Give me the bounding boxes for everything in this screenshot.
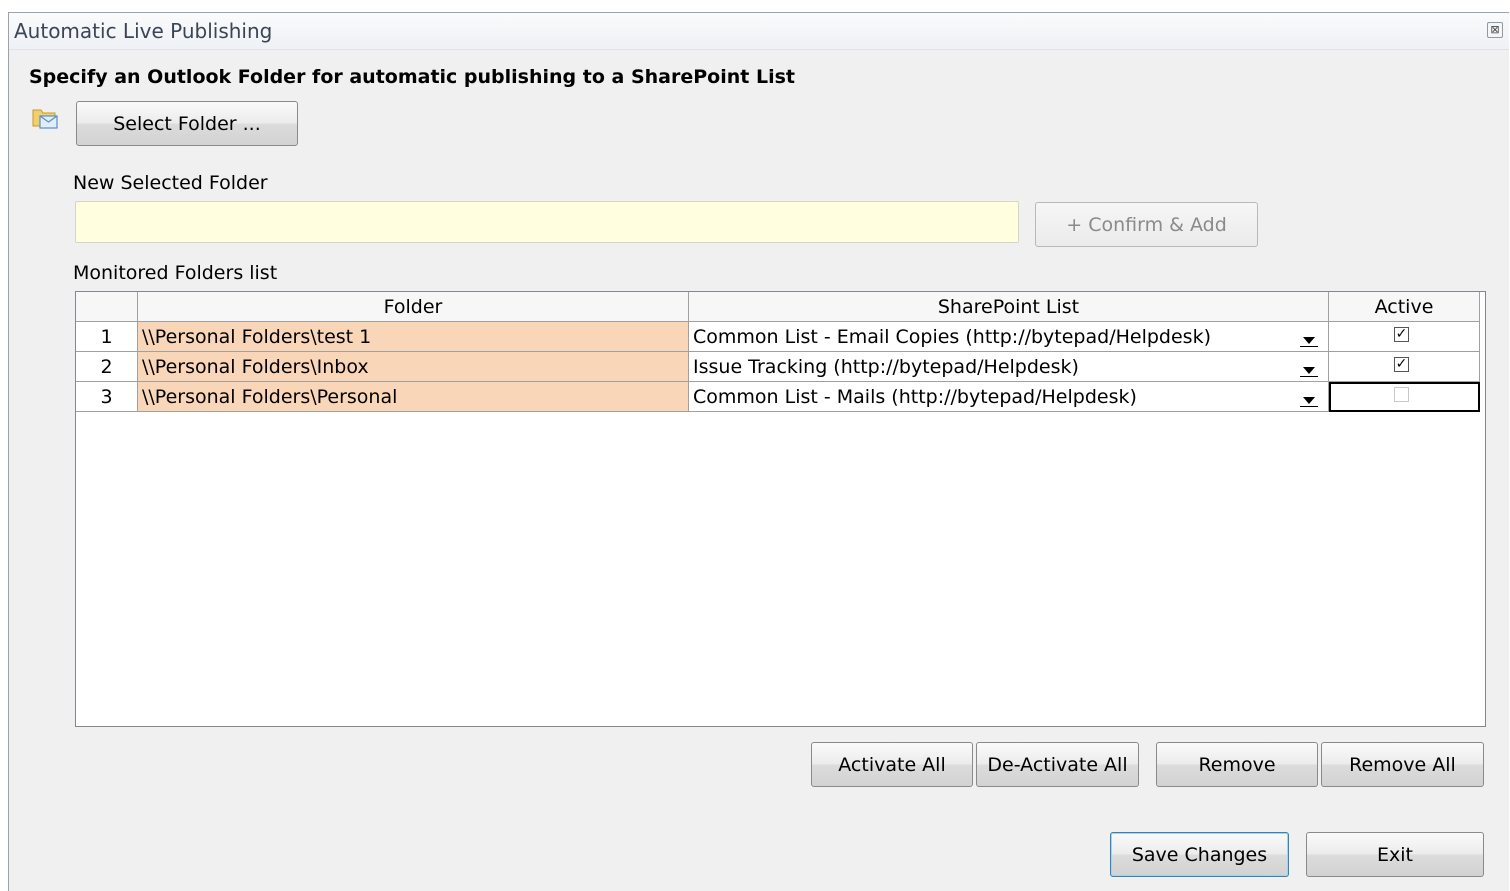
close-icon[interactable]: ⊠ [1487, 22, 1503, 38]
sharepoint-list-value: Common List - Email Copies (http://bytep… [693, 326, 1211, 348]
confirm-add-button[interactable]: + Confirm & Add [1035, 202, 1258, 247]
folder-cell[interactable]: \\Personal Folders\Personal [138, 382, 689, 412]
remove-button[interactable]: Remove [1156, 742, 1318, 787]
sharepoint-list-select[interactable]: Issue Tracking (http://bytepad/Helpdesk) [689, 352, 1329, 382]
row-number-header [76, 292, 138, 322]
active-checkbox[interactable]: ✓ [1394, 327, 1409, 342]
sharepoint-list-select[interactable]: Common List - Mails (http://bytepad/Help… [689, 382, 1329, 412]
active-checkbox[interactable]: ✓ [1394, 357, 1409, 372]
active-column-header[interactable]: Active [1329, 292, 1480, 322]
row-number[interactable]: 1 [76, 322, 138, 352]
sharepoint-list-select[interactable]: Common List - Email Copies (http://bytep… [689, 322, 1329, 352]
chevron-down-icon[interactable] [1295, 324, 1323, 350]
save-changes-button[interactable]: Save Changes [1110, 832, 1289, 877]
sharepoint-list-value: Common List - Mails (http://bytepad/Help… [693, 386, 1137, 408]
sharepoint-list-value: Issue Tracking (http://bytepad/Helpdesk) [693, 356, 1079, 378]
active-cell: ✓ [1329, 322, 1480, 352]
sharepoint-column-header[interactable]: SharePoint List [689, 292, 1329, 322]
active-cell [1329, 382, 1480, 412]
new-folder-label: New Selected Folder [73, 172, 268, 194]
new-folder-field[interactable] [75, 201, 1019, 243]
page-heading: Specify an Outlook Folder for automatic … [29, 66, 795, 88]
folder-cell[interactable]: \\Personal Folders\test 1 [138, 322, 689, 352]
chevron-down-icon[interactable] [1295, 384, 1323, 410]
row-number[interactable]: 3 [76, 382, 138, 412]
select-folder-button[interactable]: Select Folder ... [76, 101, 298, 146]
chevron-down-icon[interactable] [1295, 354, 1323, 380]
monitored-folders-label: Monitored Folders list [73, 262, 278, 284]
outlook-folder-icon [32, 109, 58, 129]
window-title: Automatic Live Publishing [14, 19, 273, 43]
monitored-folders-grid: Folder SharePoint List Active 1 \\Person… [75, 291, 1486, 727]
folder-column-header[interactable]: Folder [138, 292, 689, 322]
activate-all-button[interactable]: Activate All [811, 742, 973, 787]
remove-all-button[interactable]: Remove All [1321, 742, 1484, 787]
deactivate-all-button[interactable]: De-Activate All [976, 742, 1139, 787]
exit-button[interactable]: Exit [1306, 832, 1484, 877]
row-number[interactable]: 2 [76, 352, 138, 382]
title-bar: Automatic Live Publishing ⊠ [9, 13, 1509, 50]
folder-cell[interactable]: \\Personal Folders\Inbox [138, 352, 689, 382]
dialog-window: Automatic Live Publishing ⊠ Specify an O… [8, 12, 1509, 891]
active-checkbox[interactable] [1394, 387, 1409, 402]
active-cell: ✓ [1329, 352, 1480, 382]
